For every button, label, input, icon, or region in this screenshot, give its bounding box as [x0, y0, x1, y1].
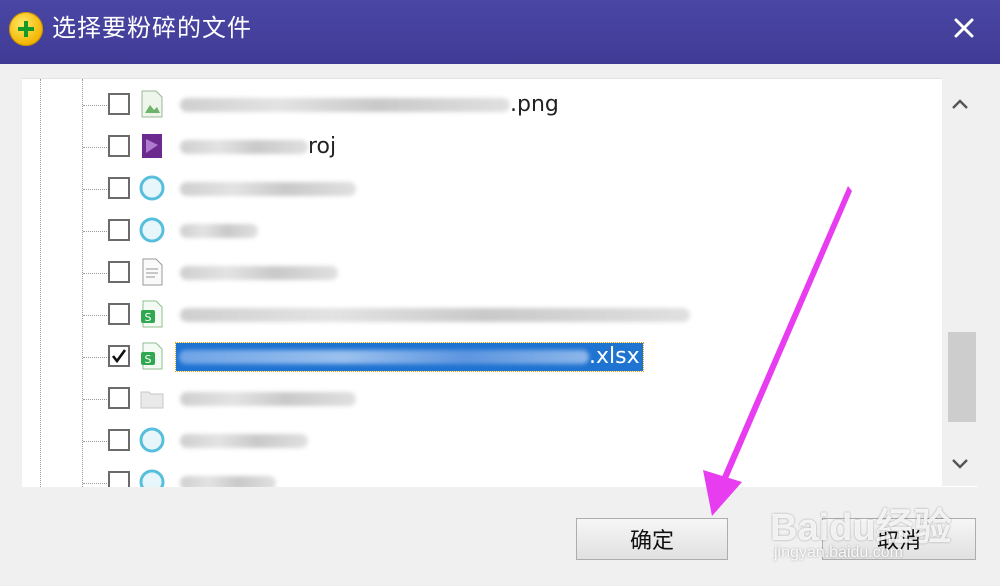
- browser-shortcut-icon: [139, 469, 165, 487]
- svg-text:S: S: [145, 353, 152, 366]
- project-file-icon: [142, 134, 162, 158]
- scroll-up-button[interactable]: [942, 84, 978, 124]
- close-icon: [954, 18, 974, 38]
- file-checkbox[interactable]: [108, 177, 130, 199]
- file-row[interactable]: [22, 169, 942, 209]
- file-checkbox[interactable]: [108, 471, 130, 487]
- file-name[interactable]: [180, 469, 276, 487]
- file-checkbox[interactable]: [108, 219, 130, 241]
- file-tree[interactable]: .png roj S S .xlsx: [22, 78, 978, 487]
- file-checkbox-checked[interactable]: [108, 345, 130, 367]
- file-row[interactable]: [22, 253, 942, 293]
- file-checkbox[interactable]: [108, 93, 130, 115]
- scrollbar-thumb[interactable]: [948, 332, 976, 422]
- title-bar: 选择要粉碎的文件: [0, 0, 1000, 64]
- file-checkbox[interactable]: [108, 387, 130, 409]
- file-row[interactable]: [22, 421, 942, 461]
- file-name[interactable]: [180, 427, 308, 455]
- file-row[interactable]: S: [22, 295, 942, 335]
- file-row[interactable]: .png: [22, 85, 942, 125]
- file-row[interactable]: roj: [22, 127, 942, 167]
- chevron-down-icon: [952, 459, 968, 469]
- file-row-selected[interactable]: S .xlsx: [22, 337, 942, 377]
- image-file-icon: [141, 90, 163, 118]
- checkmark-icon: [111, 349, 127, 364]
- browser-shortcut-icon: [139, 175, 165, 201]
- browser-shortcut-icon: [139, 217, 165, 243]
- file-name[interactable]: [180, 385, 356, 413]
- file-name[interactable]: [180, 301, 690, 329]
- file-name[interactable]: [180, 175, 356, 203]
- browser-shortcut-icon: [139, 427, 165, 453]
- file-row[interactable]: [22, 211, 942, 251]
- text-file-icon: [142, 258, 163, 286]
- vertical-scrollbar[interactable]: [942, 78, 978, 486]
- spreadsheet-file-icon: S: [141, 342, 163, 370]
- add-circle-icon: [9, 12, 43, 46]
- cancel-button[interactable]: 取消: [822, 518, 976, 560]
- ok-button[interactable]: 确定: [576, 518, 728, 560]
- file-name[interactable]: [180, 259, 338, 287]
- file-name[interactable]: .xlsx: [175, 342, 644, 372]
- file-checkbox[interactable]: [108, 303, 130, 325]
- close-button[interactable]: [940, 6, 988, 50]
- scroll-down-button[interactable]: [942, 444, 978, 484]
- chevron-up-icon: [952, 99, 968, 109]
- folder-icon: [140, 391, 164, 409]
- spreadsheet-file-icon: S: [141, 300, 163, 328]
- file-name[interactable]: [180, 217, 258, 245]
- svg-text:S: S: [145, 311, 152, 324]
- file-name[interactable]: roj: [180, 133, 336, 161]
- dialog-title: 选择要粉碎的文件: [52, 14, 252, 42]
- file-name[interactable]: .png: [180, 91, 559, 119]
- file-checkbox[interactable]: [108, 135, 130, 157]
- file-checkbox[interactable]: [108, 261, 130, 283]
- file-row[interactable]: [22, 463, 942, 487]
- file-row[interactable]: [22, 379, 942, 419]
- file-checkbox[interactable]: [108, 429, 130, 451]
